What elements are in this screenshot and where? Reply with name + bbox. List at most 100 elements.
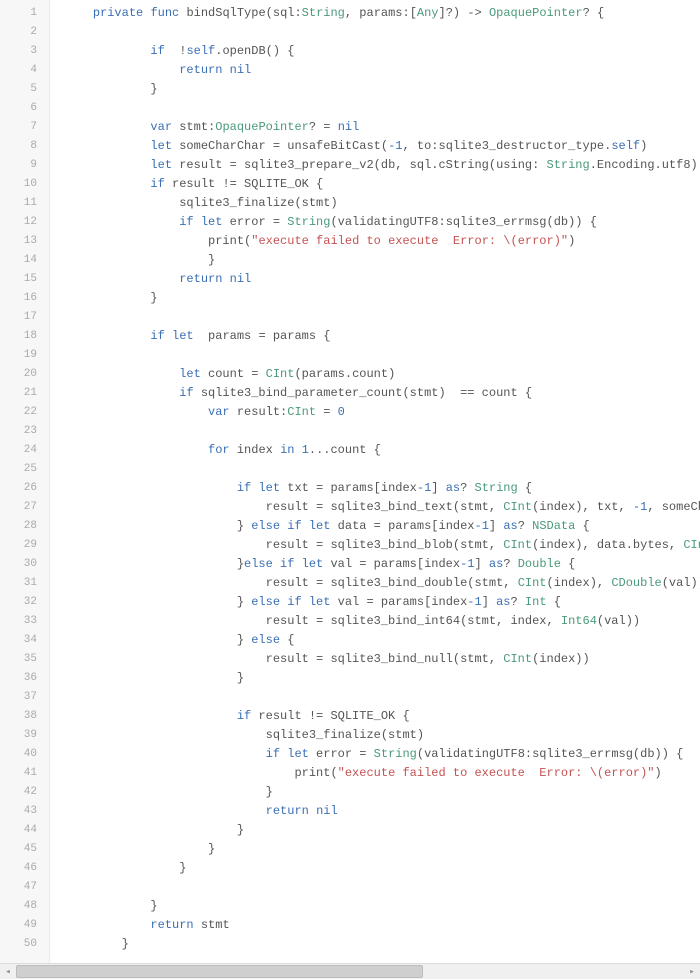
code-line: } [64,935,700,954]
code-line: } [64,821,700,840]
line-number: 44 [0,821,49,840]
line-number: 34 [0,631,49,650]
scroll-left-arrow-icon[interactable]: ◂ [0,964,16,979]
code-line: let someCharChar = unsafeBitCast(-1, to:… [64,137,700,156]
code-line: } [64,251,700,270]
line-number: 31 [0,574,49,593]
line-number: 1 [0,4,49,23]
code-line [64,99,700,118]
code-line: return nil [64,270,700,289]
line-number: 26 [0,479,49,498]
code-line: for index in 1...count { [64,441,700,460]
line-number: 32 [0,593,49,612]
code-line: if result != SQLITE_OK { [64,175,700,194]
line-number: 11 [0,194,49,213]
code-line: return stmt [64,916,700,935]
line-number: 48 [0,897,49,916]
code-line: } [64,669,700,688]
line-number: 22 [0,403,49,422]
code-line: } else { [64,631,700,650]
line-number: 38 [0,707,49,726]
line-number: 27 [0,498,49,517]
line-number: 35 [0,650,49,669]
code-line: } [64,80,700,99]
code-line: if sqlite3_bind_parameter_count(stmt) ==… [64,384,700,403]
code-line: } [64,859,700,878]
code-line: } [64,840,700,859]
code-line: if result != SQLITE_OK { [64,707,700,726]
line-number: 29 [0,536,49,555]
scrollbar-thumb[interactable] [16,965,423,978]
line-number: 36 [0,669,49,688]
code-line: } [64,289,700,308]
code-line: } [64,783,700,802]
code-line: if let error = String(validatingUTF8:sql… [64,213,700,232]
horizontal-scrollbar[interactable]: ◂ ▸ [0,963,700,979]
code-line: print("execute failed to execute Error: … [64,764,700,783]
line-number: 41 [0,764,49,783]
line-number: 18 [0,327,49,346]
line-number: 17 [0,308,49,327]
code-line: return nil [64,61,700,80]
line-number: 24 [0,441,49,460]
line-number: 19 [0,346,49,365]
line-number: 8 [0,137,49,156]
code-area[interactable]: private func bindSqlType(sql:String, par… [50,0,700,963]
line-number: 25 [0,460,49,479]
line-number: 37 [0,688,49,707]
code-line [64,688,700,707]
code-line: result = sqlite3_bind_double(stmt, CInt(… [64,574,700,593]
code-line: result = sqlite3_bind_text(stmt, CInt(in… [64,498,700,517]
line-number: 4 [0,61,49,80]
line-number: 15 [0,270,49,289]
code-line: return nil [64,802,700,821]
code-line: }else if let val = params[index-1] as? D… [64,555,700,574]
code-editor: 1234567891011121314151617181920212223242… [0,0,700,963]
line-number: 5 [0,80,49,99]
code-line [64,878,700,897]
line-number: 42 [0,783,49,802]
code-line: if !self.openDB() { [64,42,700,61]
code-line: if let params = params { [64,327,700,346]
line-number: 10 [0,175,49,194]
code-line [64,308,700,327]
code-line: var result:CInt = 0 [64,403,700,422]
line-number: 20 [0,365,49,384]
code-line: sqlite3_finalize(stmt) [64,194,700,213]
line-number: 7 [0,118,49,137]
line-number: 43 [0,802,49,821]
line-number-gutter: 1234567891011121314151617181920212223242… [0,0,50,963]
line-number: 33 [0,612,49,631]
line-number: 2 [0,23,49,42]
line-number: 3 [0,42,49,61]
line-number: 45 [0,840,49,859]
code-line [64,23,700,42]
code-line: let count = CInt(params.count) [64,365,700,384]
line-number: 39 [0,726,49,745]
code-line: if let txt = params[index-1] as? String … [64,479,700,498]
code-line: print("execute failed to execute Error: … [64,232,700,251]
code-line [64,346,700,365]
line-number: 47 [0,878,49,897]
line-number: 12 [0,213,49,232]
code-line: var stmt:OpaquePointer? = nil [64,118,700,137]
line-number: 46 [0,859,49,878]
line-number: 16 [0,289,49,308]
line-number: 49 [0,916,49,935]
code-line: result = sqlite3_bind_blob(stmt, CInt(in… [64,536,700,555]
code-line: if let error = String(validatingUTF8:sql… [64,745,700,764]
line-number: 21 [0,384,49,403]
code-line: } [64,897,700,916]
line-number: 14 [0,251,49,270]
scroll-right-arrow-icon[interactable]: ▸ [684,964,700,979]
line-number: 9 [0,156,49,175]
code-line [64,422,700,441]
code-line: private func bindSqlType(sql:String, par… [64,4,700,23]
scrollbar-track[interactable] [16,964,684,979]
line-number: 30 [0,555,49,574]
code-line: } else if let val = params[index-1] as? … [64,593,700,612]
code-line: sqlite3_finalize(stmt) [64,726,700,745]
code-line: result = sqlite3_bind_null(stmt, CInt(in… [64,650,700,669]
line-number: 50 [0,935,49,954]
code-line [64,460,700,479]
